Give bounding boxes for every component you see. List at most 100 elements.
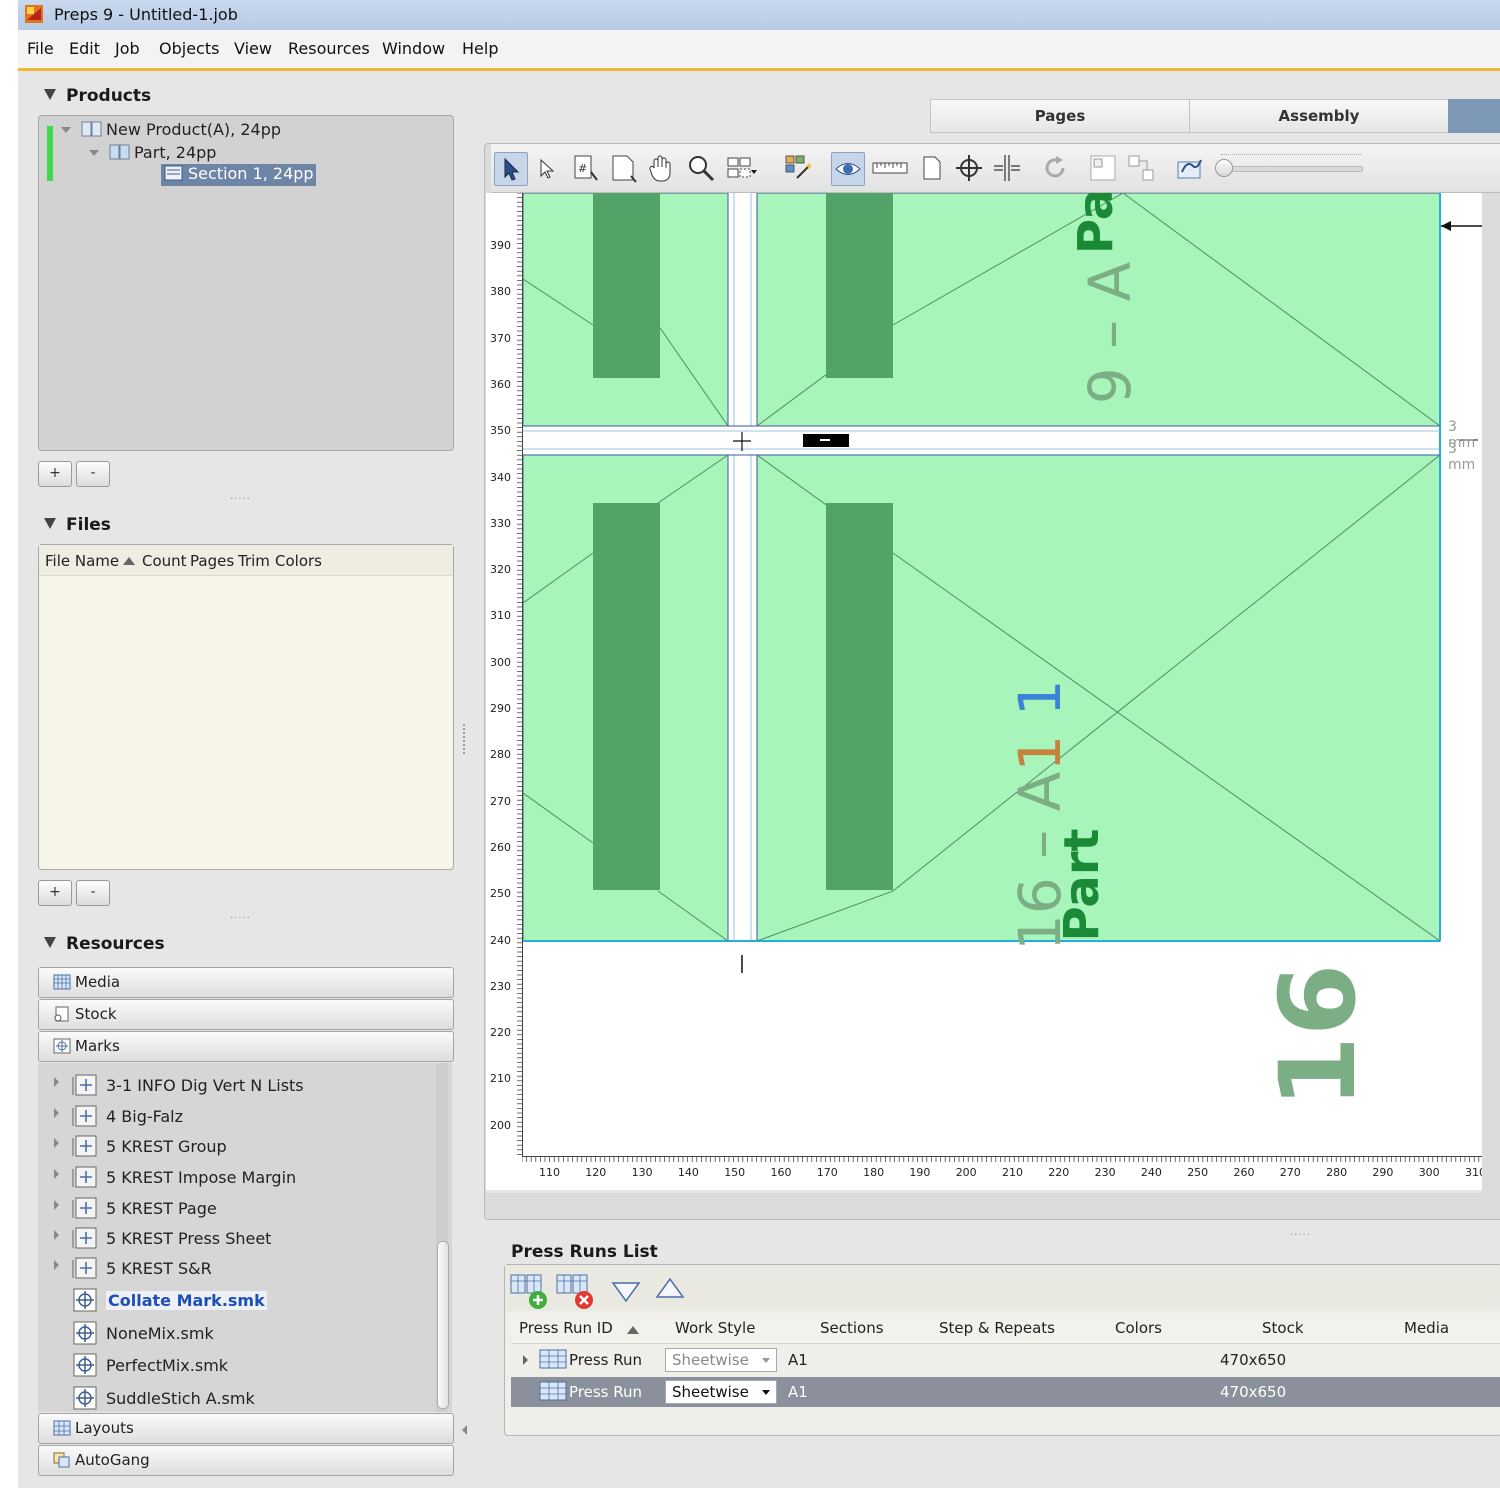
add-press-run-icon[interactable] [509, 1273, 549, 1311]
resources-heading-label: Resources [66, 934, 165, 954]
ruler-label: 280 [1326, 1166, 1348, 1179]
tab-assembly[interactable]: Assembly [1189, 99, 1449, 133]
crosshair-icon[interactable] [953, 152, 985, 184]
col-sections[interactable]: Sections [820, 1319, 884, 1337]
rotate-icon[interactable] [1039, 152, 1071, 184]
resource-group-media[interactable]: Media [38, 967, 454, 998]
layout-grid-dropdown-icon[interactable] [725, 152, 757, 184]
marks-icon [53, 1038, 71, 1054]
press-run-row[interactable]: Press Run Sheetwise A1 470x650 [511, 1345, 1500, 1375]
col-colors[interactable]: Colors [275, 552, 322, 570]
ruler-label: 270 [490, 794, 511, 808]
zoom-slider-knob[interactable] [1215, 159, 1233, 177]
splitter-handle[interactable]: ..... [230, 910, 251, 921]
expand-arrow-icon[interactable] [54, 1138, 59, 1148]
mark-label: NoneMix.smk [106, 1324, 214, 1343]
work-style-select[interactable]: Sheetwise [665, 1348, 777, 1372]
collapse-left-icon[interactable] [462, 1425, 467, 1435]
zoom-slider-track[interactable] [1221, 166, 1363, 172]
move-down-icon[interactable] [611, 1279, 641, 1303]
imposition-canvas[interactable]: 390 380 370 360 350 340 330 320 310 300 290 280 270 2… [486, 193, 1482, 1193]
col-file-name[interactable]: File Name [45, 552, 119, 570]
sheet-layout-icon[interactable] [1087, 152, 1119, 184]
expand-arrow-icon[interactable] [54, 1077, 59, 1087]
tab-pages[interactable]: Pages [930, 99, 1190, 133]
col-media[interactable]: Media [1404, 1319, 1449, 1337]
resource-group-marks[interactable]: Marks [38, 1031, 454, 1062]
expand-arrow-icon[interactable] [89, 150, 99, 156]
col-stock[interactable]: Stock [1262, 1319, 1304, 1337]
expand-arrow-icon[interactable] [61, 127, 71, 133]
menu-job[interactable]: Job [115, 39, 140, 58]
page-number-icon[interactable]: # [569, 152, 601, 184]
gutter-icon[interactable] [991, 152, 1023, 184]
menu-resources[interactable]: Resources [288, 39, 370, 58]
tree-item-section[interactable]: Section 1, 24pp [161, 164, 316, 186]
hand-icon[interactable] [645, 152, 677, 184]
expand-arrow-icon[interactable] [54, 1260, 59, 1270]
col-trim[interactable]: Trim [238, 552, 270, 570]
files-heading[interactable]: Files [44, 515, 111, 535]
zoom-icon[interactable] [685, 152, 717, 184]
col-count[interactable]: Count [142, 552, 187, 570]
ruler-label: 110 [539, 1166, 560, 1179]
work-style-select[interactable]: Sheetwise [665, 1380, 777, 1404]
products-heading[interactable]: Products [44, 86, 151, 106]
menu-edit[interactable]: Edit [69, 39, 100, 58]
resources-heading[interactable]: Resources [44, 934, 165, 954]
splitter-handle[interactable]: ..... [230, 491, 251, 502]
expand-arrow-icon[interactable] [54, 1108, 59, 1118]
work-style-value: Sheetwise [672, 1383, 749, 1401]
move-up-icon[interactable] [655, 1277, 685, 1301]
expand-arrow-icon[interactable] [523, 1355, 528, 1365]
page-icon[interactable] [607, 152, 639, 184]
menu-help[interactable]: Help [462, 39, 498, 58]
page-code-accent-orange: 1 [1006, 734, 1074, 772]
marks-scrollbar[interactable] [436, 1063, 449, 1412]
tree-item-product[interactable]: New Product(A), 24pp [61, 120, 281, 139]
direct-select-icon[interactable] [531, 152, 563, 184]
step-repeat-icon[interactable] [1125, 152, 1157, 184]
preview-eye-icon[interactable] [831, 152, 865, 186]
col-press-run-id[interactable]: Press Run ID [519, 1319, 613, 1337]
tree-item-part[interactable]: Part, 24pp [89, 143, 216, 162]
vertical-splitter-handle[interactable] [463, 724, 469, 754]
canvas-hscrollbar[interactable] [486, 1190, 1482, 1193]
remove-file-button[interactable]: - [76, 880, 110, 906]
signature-icon[interactable] [1173, 152, 1205, 184]
menu-objects[interactable]: Objects [159, 39, 219, 58]
col-pages[interactable]: Pages [190, 552, 234, 570]
delete-press-run-icon[interactable] [555, 1273, 595, 1311]
resource-group-stock[interactable]: Stock [38, 999, 454, 1030]
press-run-row-selected[interactable]: Press Run Sheetwise A1 470x650 [511, 1377, 1500, 1407]
auto-impose-wand-icon[interactable] [783, 152, 815, 184]
menu-view[interactable]: View [234, 39, 272, 58]
resource-group-autogang[interactable]: AutoGang [38, 1445, 454, 1476]
part-icon [109, 144, 130, 160]
expand-arrow-icon[interactable] [54, 1200, 59, 1210]
menu-window[interactable]: Window [382, 39, 445, 58]
resource-group-layouts[interactable]: Layouts [38, 1413, 454, 1444]
expand-arrow-icon[interactable] [54, 1169, 59, 1179]
ruler-label: 230 [1094, 1166, 1116, 1179]
select-arrow-icon[interactable] [494, 152, 528, 186]
ruler-label: 180 [863, 1166, 885, 1179]
tab-overflow[interactable] [1448, 99, 1500, 133]
add-file-button[interactable]: + [38, 880, 72, 906]
ruler-label: 300 [1418, 1166, 1440, 1179]
remove-product-button[interactable]: - [76, 461, 110, 487]
marks-scroll-thumb[interactable] [437, 1241, 449, 1409]
mark-label: 5 KREST Group [106, 1137, 227, 1156]
add-product-button[interactable]: + [38, 461, 72, 487]
stock-icon [54, 1006, 69, 1022]
col-colors[interactable]: Colors [1115, 1319, 1162, 1337]
col-step-repeats[interactable]: Step & Repeats [939, 1319, 1055, 1337]
mark-item-selected[interactable]: Collate Mark.smk [54, 1286, 267, 1316]
col-work-style[interactable]: Work Style [675, 1319, 755, 1337]
press-runs-toolbar [505, 1265, 1500, 1311]
ruler-label: 300 [490, 655, 511, 669]
expand-arrow-icon[interactable] [54, 1230, 59, 1240]
ruler-icon[interactable] [871, 152, 909, 184]
blank-page-icon[interactable] [915, 152, 947, 184]
menu-file[interactable]: File [27, 39, 54, 58]
